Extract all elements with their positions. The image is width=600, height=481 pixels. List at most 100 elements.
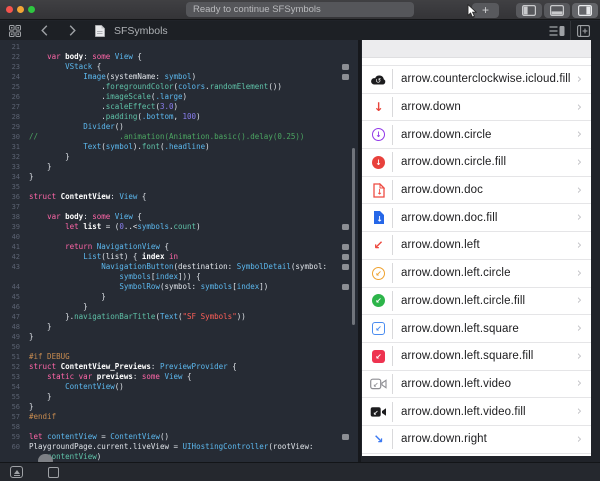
symbol-row[interactable]: ↓arrow.down.doc›	[362, 177, 591, 205]
code-line[interactable]: 56}	[0, 402, 358, 412]
line-number: 35	[0, 182, 20, 192]
code-line[interactable]: 55 }	[0, 392, 358, 402]
line-number: 59	[0, 432, 20, 442]
code-line[interactable]: 46 }	[0, 302, 358, 312]
code-line[interactable]: 40	[0, 232, 358, 242]
result-indicator[interactable]	[342, 224, 349, 230]
code-editor[interactable]: 2122 var body: some View {23 VStack {24 …	[0, 40, 358, 462]
result-indicator[interactable]	[342, 254, 349, 260]
symbol-row[interactable]: ↙arrow.down.left.square›	[362, 315, 591, 343]
result-indicator[interactable]	[342, 244, 349, 250]
code-line[interactable]: 54 ContentView()	[0, 382, 358, 392]
symbol-row[interactable]: ↙arrow.down.left.video›	[362, 371, 591, 399]
code-line[interactable]: 26 .imageScale(.large)	[0, 92, 358, 102]
code-line[interactable]: 43 NavigationButton(destination: SymbolD…	[0, 262, 358, 272]
code-line[interactable]: 49}	[0, 332, 358, 342]
code-line[interactable]: 48 }	[0, 322, 358, 332]
code-line[interactable]: 45 }	[0, 292, 358, 302]
code-line[interactable]: contentView)	[0, 452, 358, 462]
code-line[interactable]: 30// .animation(Animation.basic().delay(…	[0, 132, 358, 142]
code-line[interactable]: 53 static var previews: some View {	[0, 372, 358, 382]
code-line[interactable]: 58	[0, 422, 358, 432]
symbol-name: arrow.down.doc	[401, 184, 577, 196]
code-line[interactable]: 50	[0, 342, 358, 352]
toggle-bottom-panel-button[interactable]	[544, 3, 570, 18]
code-line[interactable]: 36struct ContentView: View {	[0, 192, 358, 202]
playgrounds-window: Ready to continue SFSymbols +	[0, 0, 600, 481]
code-line[interactable]: 32 }	[0, 152, 358, 162]
symbol-row[interactable]: ↙arrow.down.left.square.fill›	[362, 343, 591, 371]
code-line[interactable]: 22 var body: some View {	[0, 52, 358, 62]
result-indicator[interactable]	[342, 264, 349, 270]
symbol-row[interactable]: ↓arrow.down.doc.fill›	[362, 204, 591, 232]
code-line[interactable]: 21	[0, 42, 358, 52]
code-line[interactable]: 42 List(list) { index in	[0, 252, 358, 262]
row-divider	[392, 97, 393, 117]
code-line[interactable]: 37	[0, 202, 358, 212]
toggle-left-sidebar-button[interactable]	[516, 3, 542, 18]
close-button[interactable]	[6, 6, 13, 13]
code-line[interactable]: 51#if DEBUG	[0, 352, 358, 362]
editor-scrollbar[interactable]	[352, 148, 355, 325]
line-number: 23	[0, 62, 20, 72]
run-status-field[interactable]: Ready to continue SFSymbols	[186, 2, 414, 17]
code-line[interactable]: 38 var body: some View {	[0, 212, 358, 222]
code-line[interactable]: 25 .foregroundColor(colors.randomElement…	[0, 82, 358, 92]
code-line[interactable]: 52struct ContentView_Previews: PreviewPr…	[0, 362, 358, 372]
code-line[interactable]: 29 Divider()	[0, 122, 358, 132]
code-line[interactable]: 34}	[0, 172, 358, 182]
line-number: 38	[0, 212, 20, 222]
line-number: 40	[0, 232, 20, 242]
code-line[interactable]: symbols[index])) {	[0, 272, 358, 282]
code-line[interactable]: 35	[0, 182, 358, 192]
symbol-row[interactable]: ↙arrow.down.left.circle›	[362, 260, 591, 288]
symbol-row[interactable]: ↙arrow.down.left.circle.fill›	[362, 288, 591, 316]
symbol-row[interactable]: ↓arrow.down.circle›	[362, 121, 591, 149]
code-line[interactable]: 28 .padding(.bottom, 100)	[0, 112, 358, 122]
breadcrumb-project-name[interactable]: SFSymbols	[114, 25, 168, 37]
forward-button[interactable]	[58, 21, 86, 40]
zoom-button[interactable]	[28, 6, 35, 13]
line-number: 34	[0, 172, 20, 182]
code-line[interactable]: 59let contentView = ContentView()	[0, 432, 358, 442]
result-indicator[interactable]	[342, 434, 349, 440]
code-line[interactable]: 27 .scaleEffect(3.0)	[0, 102, 358, 112]
code-line[interactable]: 31 Text(symbol).font(.headline)	[0, 142, 358, 152]
code-line[interactable]: 24 Image(systemName: symbol)	[0, 72, 358, 82]
code-line[interactable]: 44 SymbolRow(symbol: symbols[index])	[0, 282, 358, 292]
show-live-view-list-button[interactable]	[544, 21, 570, 40]
stop-button[interactable]	[33, 467, 59, 478]
symbol-name: arrow.down.left	[401, 239, 577, 251]
symbol-row[interactable]: ↺arrow.counterclockwise.icloud.fill›	[362, 66, 591, 94]
code-line[interactable]: 33 }	[0, 162, 358, 172]
row-divider	[392, 125, 393, 145]
symbol-row[interactable]: ↓arrow.down.circle.fill›	[362, 149, 591, 177]
line-number: 43	[0, 262, 20, 272]
documents-grid-button[interactable]	[0, 21, 30, 40]
hide-results-button[interactable]	[10, 466, 23, 478]
chevron-right-icon: ›	[577, 155, 582, 170]
code-line[interactable]: 60PlaygroundPage.current.liveView = UIHo…	[0, 442, 358, 452]
add-panel-button[interactable]	[570, 21, 596, 40]
minimize-button[interactable]	[17, 6, 24, 13]
code-line[interactable]: 41 return NavigationView {	[0, 242, 358, 252]
result-indicator[interactable]	[342, 284, 349, 290]
symbol-name: arrow.down.doc.fill	[401, 212, 577, 224]
back-button[interactable]	[30, 21, 58, 40]
arrow-square-icon: ↙	[372, 322, 385, 335]
code-line[interactable]: 57#endif	[0, 412, 358, 422]
result-indicator[interactable]	[342, 74, 349, 80]
code-line[interactable]: 47 }.navigationBarTitle(Text("SF Symbols…	[0, 312, 358, 322]
result-indicator[interactable]	[342, 64, 349, 70]
toggle-right-panel-button[interactable]	[572, 3, 598, 18]
line-number: 25	[0, 82, 20, 92]
row-divider	[392, 263, 393, 283]
symbol-row[interactable]: ↓arrow.down›	[362, 94, 591, 122]
code-line[interactable]: 23 VStack {	[0, 62, 358, 72]
line-number: 44	[0, 282, 20, 292]
symbol-row[interactable]: ↙arrow.down.left›	[362, 232, 591, 260]
symbol-row[interactable]: ↙arrow.down.left.video.fill›	[362, 398, 591, 426]
symbol-row[interactable]: ↘arrow.down.right›	[362, 426, 591, 454]
symbol-name: arrow.down.circle	[401, 129, 577, 141]
code-line[interactable]: 39 let list = (0..<symbols.count)	[0, 222, 358, 232]
